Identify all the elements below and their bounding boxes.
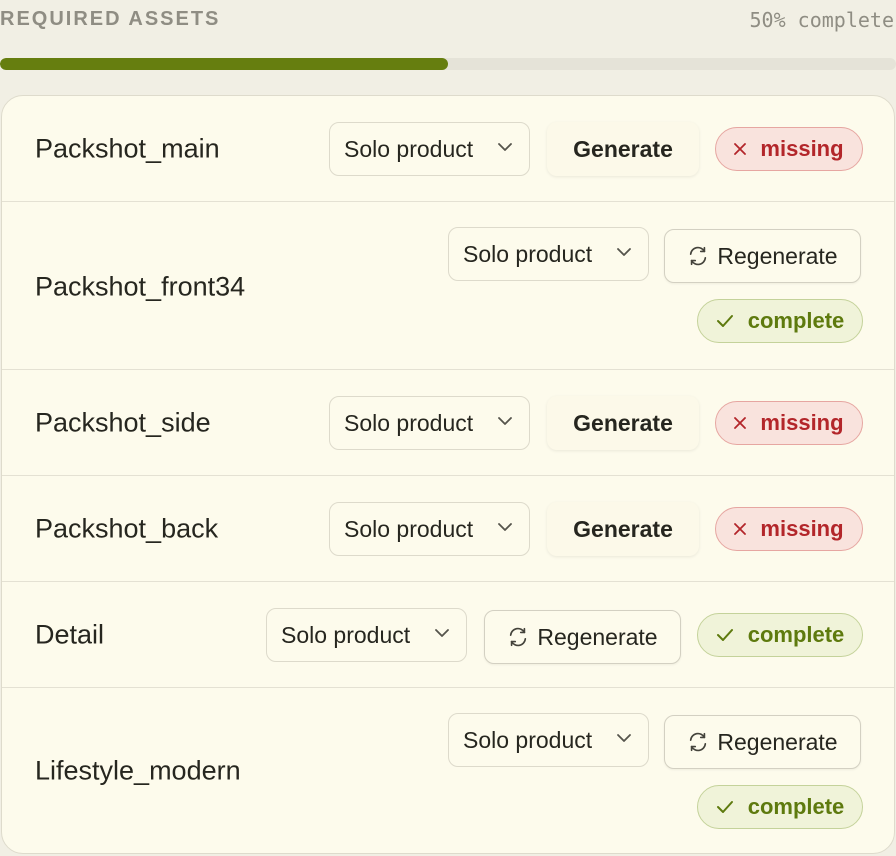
- asset-name: Lifestyle_modern: [35, 755, 241, 786]
- check-icon: [716, 628, 734, 642]
- type-select[interactable]: Solo product: [329, 122, 530, 176]
- generate-button-label: Generate: [573, 515, 673, 542]
- status-label: missing: [760, 516, 844, 541]
- refresh-icon: [687, 245, 709, 267]
- refresh-icon: [687, 731, 709, 753]
- chevron-down-icon: [617, 248, 631, 256]
- check-icon: [716, 314, 734, 328]
- status-label: missing: [760, 136, 844, 161]
- assets-card: Packshot_main Solo product Generate miss…: [1, 95, 895, 854]
- chevron-down-icon: [498, 417, 512, 425]
- type-select[interactable]: Solo product: [329, 396, 530, 450]
- asset-name: Packshot_main: [35, 133, 220, 164]
- asset-name: Packshot_front34: [35, 271, 246, 302]
- regenerate-button-label: Regenerate: [717, 242, 838, 269]
- asset-name: Detail: [35, 619, 105, 650]
- progress-bar-fill: [0, 58, 448, 70]
- status-label: missing: [760, 410, 844, 435]
- x-icon: [734, 523, 747, 535]
- asset-row: Detail Solo product Regenerate complete: [2, 582, 894, 688]
- asset-name: Packshot_back: [35, 513, 219, 544]
- asset-row: Packshot_front34 Solo product Regenerate…: [2, 202, 894, 370]
- type-select[interactable]: Solo product: [266, 608, 467, 662]
- status-label: complete: [747, 622, 845, 647]
- regenerate-button[interactable]: Regenerate: [664, 715, 861, 769]
- status-badge-missing: missing: [715, 401, 863, 445]
- regenerate-button[interactable]: Regenerate: [664, 229, 861, 283]
- status-badge-missing: missing: [715, 507, 863, 551]
- status-badge-missing: missing: [715, 127, 863, 171]
- x-icon: [734, 143, 747, 155]
- status-label: complete: [747, 794, 845, 819]
- asset-row: Packshot_main Solo product Generate miss…: [2, 96, 894, 202]
- status-badge-complete: complete: [697, 785, 863, 829]
- select-value: Solo product: [281, 621, 411, 648]
- type-select[interactable]: Solo product: [448, 227, 649, 281]
- generate-button-label: Generate: [573, 135, 673, 162]
- type-select[interactable]: Solo product: [329, 502, 530, 556]
- select-value: Solo product: [344, 135, 474, 162]
- chevron-down-icon: [498, 523, 512, 531]
- asset-row: Packshot_side Solo product Generate miss…: [2, 370, 894, 476]
- progress-bar: [0, 58, 896, 70]
- regenerate-button-label: Regenerate: [537, 623, 658, 650]
- refresh-icon: [507, 626, 529, 648]
- generate-button[interactable]: Generate: [547, 396, 699, 450]
- status-badge-complete: complete: [697, 299, 863, 343]
- regenerate-button-label: Regenerate: [717, 728, 838, 755]
- select-value: Solo product: [463, 726, 593, 753]
- progress-text: 50% complete: [749, 8, 895, 32]
- asset-row: Packshot_back Solo product Generate miss…: [2, 476, 894, 582]
- chevron-down-icon: [498, 143, 512, 151]
- select-value: Solo product: [344, 515, 474, 542]
- x-icon: [734, 417, 747, 429]
- generate-button-label: Generate: [573, 409, 673, 436]
- chevron-down-icon: [617, 734, 631, 742]
- status-label: complete: [747, 308, 845, 333]
- type-select[interactable]: Solo product: [448, 713, 649, 767]
- chevron-down-icon: [435, 629, 449, 637]
- asset-name: Packshot_side: [35, 407, 211, 438]
- generate-button[interactable]: Generate: [547, 122, 699, 176]
- check-icon: [716, 800, 734, 814]
- assets-header: REQUIRED ASSETS 50% complete: [0, 0, 896, 40]
- regenerate-button[interactable]: Regenerate: [484, 610, 681, 664]
- status-badge-complete: complete: [697, 613, 863, 657]
- section-title: REQUIRED ASSETS: [0, 8, 221, 30]
- select-value: Solo product: [463, 240, 593, 267]
- select-value: Solo product: [344, 409, 474, 436]
- asset-row: Lifestyle_modern Solo product Regenerate…: [2, 688, 894, 853]
- generate-button[interactable]: Generate: [547, 502, 699, 556]
